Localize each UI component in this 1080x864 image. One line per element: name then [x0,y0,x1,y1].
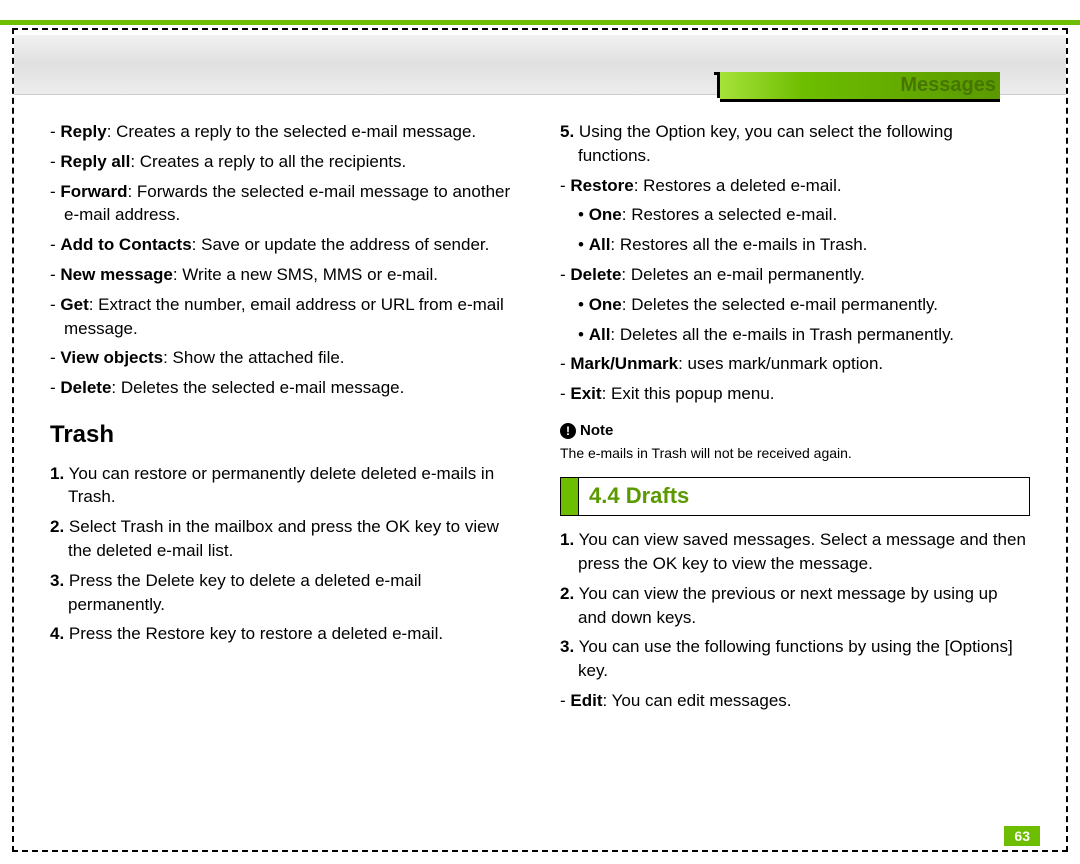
list-item: - Reply all: Creates a reply to all the … [50,150,520,174]
list-item: - New message: Write a new SMS, MMS or e… [50,263,520,287]
sub-item: • One: Deletes the selected e-mail perma… [578,293,1030,317]
list-item: - Reply: Creates a reply to the selected… [50,120,520,144]
sub-item: • One: Restores a selected e-mail. [578,203,1030,227]
list-item: - Get: Extract the number, email address… [50,293,520,341]
list-item: - View objects: Show the attached file. [50,346,520,370]
list-item: - Forward: Forwards the selected e-mail … [50,180,520,228]
section-tab: Messages [720,72,1000,102]
right-column: 5. Using the Option key, you can select … [560,120,1030,824]
content-area: - Reply: Creates a reply to the selected… [50,120,1030,824]
list-item: - Mark/Unmark: uses mark/unmark option. [560,352,1030,376]
numbered-step: 2. Select Trash in the mailbox and press… [50,515,520,563]
numbered-step: 2. You can view the previous or next mes… [560,582,1030,630]
numbered-step: 4. Press the Restore key to restore a de… [50,622,520,646]
list-item: - Delete: Deletes an e-mail permanently. [560,263,1030,287]
numbered-step: 1. You can view saved messages. Select a… [560,528,1030,576]
note-text: The e-mails in Trash will not be receive… [560,444,1030,464]
info-icon: ! [560,423,576,439]
sub-item: • All: Deletes all the e-mails in Trash … [578,323,1030,347]
list-item: - Exit: Exit this popup menu. [560,382,1030,406]
section-title: 4.4 Drafts [579,478,699,515]
note-label: ! Note [560,420,613,441]
top-accent-bar [0,20,1080,25]
note-block: ! Note The e-mails in Trash will not be … [560,418,1030,463]
list-item: - Add to Contacts: Save or update the ad… [50,233,520,257]
numbered-step: 3. Press the Delete key to delete a dele… [50,569,520,617]
page-number: 63 [1004,826,1040,846]
list-item: - Restore: Restores a deleted e-mail. [560,174,1030,198]
section-accent [561,478,579,515]
sub-item: • All: Restores all the e-mails in Trash… [578,233,1030,257]
numbered-step: 1. You can restore or permanently delete… [50,462,520,510]
left-column: - Reply: Creates a reply to the selected… [50,120,520,824]
numbered-step: 5. Using the Option key, you can select … [560,120,1030,168]
list-item: - Delete: Deletes the selected e-mail me… [50,376,520,400]
section-heading-drafts: 4.4 Drafts [560,477,1030,516]
list-item: - Edit: You can edit messages. [560,689,1030,713]
trash-heading: Trash [50,418,520,452]
numbered-step: 3. You can use the following functions b… [560,635,1030,683]
